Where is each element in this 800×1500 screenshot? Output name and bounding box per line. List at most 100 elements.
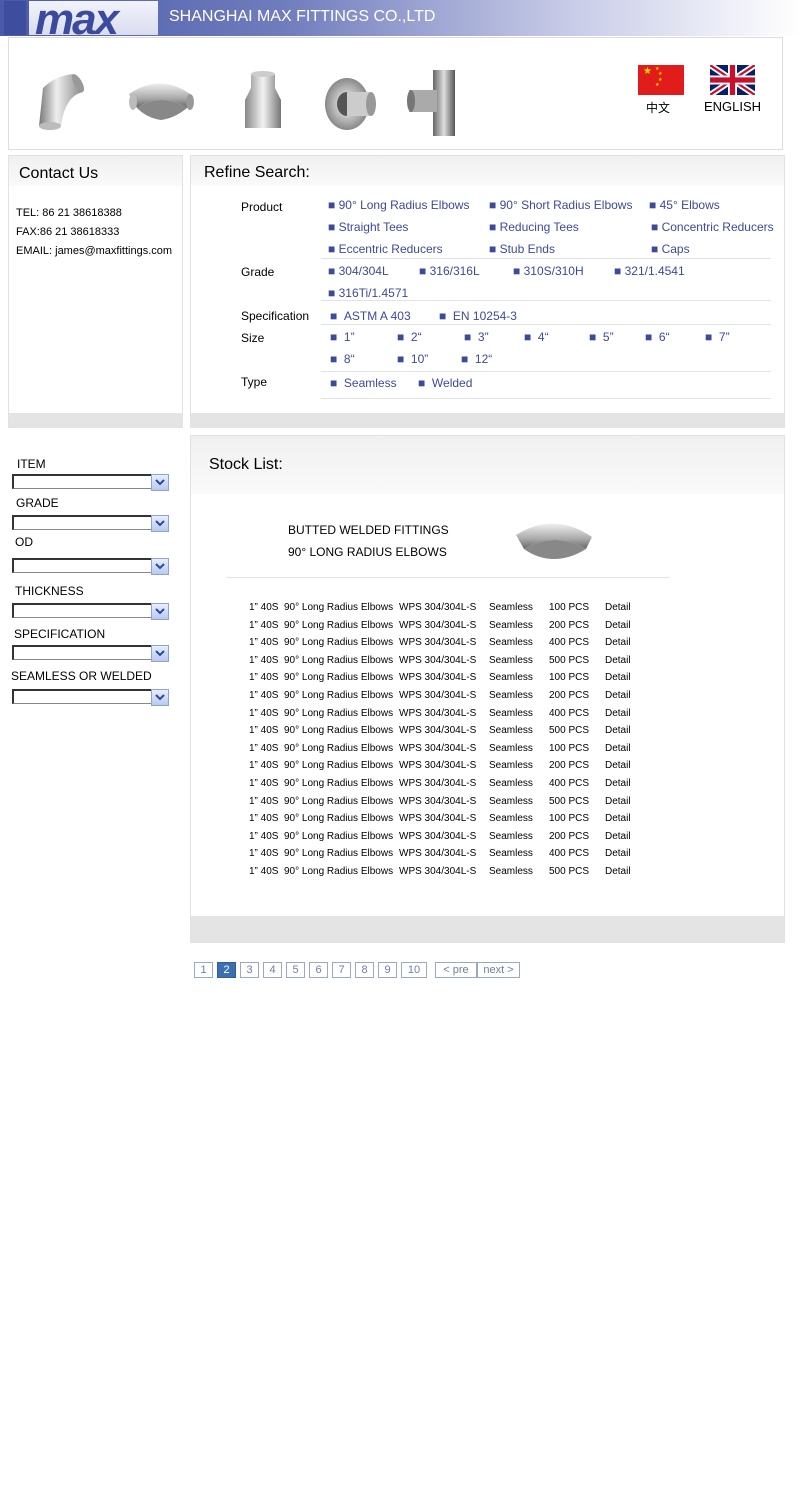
specification-label: Specification <box>241 309 310 323</box>
row-grade: WPS 304/304L-S <box>399 813 477 825</box>
product-option[interactable]: ■ Straight Tees <box>328 220 408 234</box>
size-option[interactable]: ■ 4“ <box>524 330 549 344</box>
page-9-button[interactable]: 9 <box>378 962 397 978</box>
grade-select[interactable] <box>12 515 169 532</box>
chevron-down-icon[interactable] <box>151 558 169 575</box>
row-size: 1” 40S <box>249 866 279 877</box>
chevron-down-icon[interactable] <box>151 689 169 706</box>
row-quantity: 200 PCS <box>549 619 590 631</box>
prev-page-button[interactable]: < pre <box>435 962 477 978</box>
page-1-button[interactable]: 1 <box>194 962 213 978</box>
type-option[interactable]: ■ Welded <box>418 376 472 390</box>
od-select[interactable] <box>12 558 169 575</box>
product-option[interactable]: ■ 90° Long Radius Elbows <box>328 198 469 212</box>
chevron-down-icon[interactable] <box>151 603 169 620</box>
product-option[interactable]: ■ Eccentric Reducers <box>328 242 443 256</box>
detail-link[interactable]: Detail <box>605 725 631 736</box>
tee-image[interactable] <box>399 66 477 138</box>
row-product: 90° Long Radius Elbows <box>284 778 394 789</box>
type-option[interactable]: ■ Seamless <box>330 376 397 390</box>
chinese-link[interactable]: 中文 <box>646 99 670 116</box>
detail-link[interactable]: Detail <box>605 866 631 877</box>
grade-option[interactable]: ■ 304/304L <box>328 264 389 278</box>
grade-option[interactable]: ■ 316/316L <box>419 264 480 278</box>
detail-link[interactable]: Detail <box>605 796 631 807</box>
page-5-button[interactable]: 5 <box>286 962 305 978</box>
size-option[interactable]: ■ 12“ <box>461 352 492 366</box>
page-2-button[interactable]: 2 <box>217 962 236 978</box>
row-size: 1” 40S <box>249 690 279 701</box>
product-option[interactable]: ■ 90° Short Radius Elbows <box>489 198 632 212</box>
detail-link[interactable]: Detail <box>605 690 631 701</box>
size-option[interactable]: ■ 5” <box>589 330 614 344</box>
row-grade: WPS 304/304L-S <box>399 742 477 754</box>
detail-link[interactable]: Detail <box>605 760 631 771</box>
contact-email[interactable]: EMAIL: james@maxfittings.com <box>16 245 172 257</box>
size-option[interactable]: ■ 1” <box>330 330 355 344</box>
row-type: Seamless <box>489 742 533 754</box>
chevron-down-icon[interactable] <box>151 515 169 532</box>
page-4-button[interactable]: 4 <box>263 962 282 978</box>
filter-label-specification: SPECIFICATION <box>14 627 106 641</box>
size-option[interactable]: ■ 10” <box>397 352 428 366</box>
specification-option[interactable]: ■ ASTM A 403 <box>330 309 411 323</box>
seamless-welded-select[interactable] <box>12 689 169 706</box>
english-link[interactable]: ENGLISH <box>704 99 761 114</box>
stub-end-image[interactable] <box>315 66 393 138</box>
row-type: Seamless <box>489 672 533 684</box>
logo[interactable]: max <box>29 0 158 44</box>
grade-option[interactable]: ■ 321/1.4541 <box>614 264 685 278</box>
row-size: 1” 40S <box>249 813 279 825</box>
row-size: 1” 40S <box>249 725 279 737</box>
product-option[interactable]: ■ Reducing Tees <box>489 220 579 234</box>
detail-link[interactable]: Detail <box>605 672 631 683</box>
contact-tel: TEL: 86 21 38618388 <box>16 207 122 219</box>
thickness-select[interactable] <box>12 603 169 620</box>
size-option[interactable]: ■ 8“ <box>330 352 355 366</box>
size-option[interactable]: ■ 7” <box>705 330 730 344</box>
row-product: 90° Long Radius Elbows <box>284 866 394 877</box>
elbow-90-image[interactable] <box>123 66 201 138</box>
detail-link[interactable]: Detail <box>605 620 631 631</box>
china-flag-icon[interactable]: ★ ★ ★ ★ ★ <box>638 65 684 95</box>
detail-link[interactable]: Detail <box>605 655 631 666</box>
grade-option[interactable]: ■ 316Ti/1.4571 <box>328 286 408 300</box>
detail-link[interactable]: Detail <box>605 708 631 719</box>
row-grade: WPS 304/304L-S <box>399 637 477 649</box>
item-select[interactable] <box>12 474 169 491</box>
specification-option[interactable]: ■ EN 10254-3 <box>439 309 517 323</box>
row-quantity: 100 PCS <box>549 602 590 613</box>
specification-select[interactable] <box>12 645 169 662</box>
reducer-image[interactable] <box>225 66 303 138</box>
chevron-down-icon[interactable] <box>151 474 169 491</box>
detail-link[interactable]: Detail <box>605 831 631 842</box>
product-option[interactable]: ■ Stub Ends <box>489 242 555 256</box>
page-7-button[interactable]: 7 <box>332 962 351 978</box>
detail-link[interactable]: Detail <box>605 778 631 789</box>
product-option[interactable]: ■ Caps <box>651 242 690 256</box>
detail-link[interactable]: Detail <box>605 848 631 859</box>
detail-link[interactable]: Detail <box>605 813 631 824</box>
detail-link[interactable]: Detail <box>605 743 631 754</box>
uk-flag-icon[interactable] <box>708 62 757 98</box>
detail-link[interactable]: Detail <box>605 602 631 613</box>
chevron-down-icon[interactable] <box>151 645 169 662</box>
page-8-button[interactable]: 8 <box>355 962 374 978</box>
size-option[interactable]: ■ 2“ <box>397 330 422 344</box>
detail-link[interactable]: Detail <box>605 637 631 648</box>
row-quantity: 100 PCS <box>549 742 590 754</box>
page-3-button[interactable]: 3 <box>240 962 259 978</box>
next-page-button[interactable]: next > <box>477 962 520 978</box>
elbow-45-image[interactable] <box>21 66 99 138</box>
row-type: Seamless <box>489 690 533 701</box>
row-type: Seamless <box>489 866 533 877</box>
row-grade: WPS 304/304L-S <box>399 848 477 860</box>
size-option[interactable]: ■ 6“ <box>645 330 670 344</box>
product-option[interactable]: ■ Concentric Reducers <box>651 220 774 234</box>
page-10-button[interactable]: 10 <box>401 962 427 978</box>
page-6-button[interactable]: 6 <box>309 962 328 978</box>
stock-list-panel <box>190 435 785 943</box>
product-option[interactable]: ■ 45° Elbows <box>649 198 720 212</box>
size-option[interactable]: ■ 3” <box>464 330 489 344</box>
grade-option[interactable]: ■ 310S/310H <box>513 264 584 278</box>
